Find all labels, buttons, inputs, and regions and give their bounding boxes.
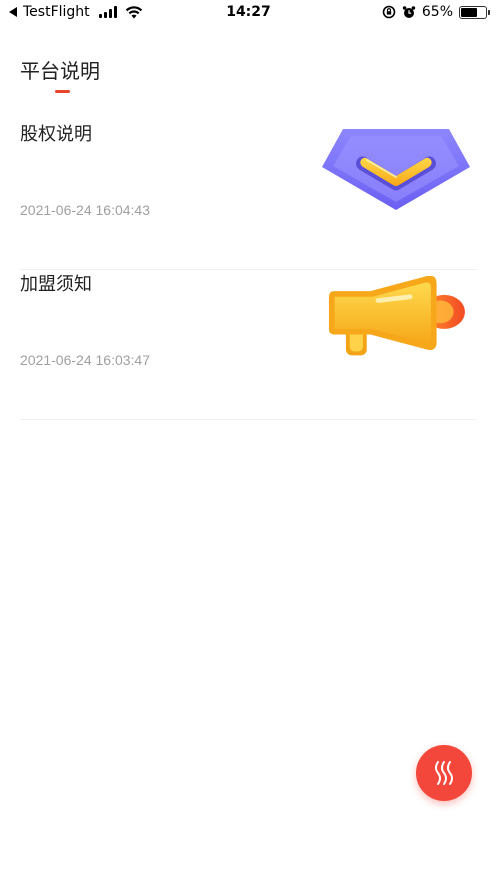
status-bar: TestFlight 14:27 65% (0, 0, 497, 26)
wave-icon (435, 761, 453, 785)
rotation-lock-icon (382, 5, 396, 19)
tab-active-indicator (55, 90, 70, 93)
article-date: 2021-06-24 16:03:47 (20, 352, 150, 368)
status-bar-right: 65% (382, 4, 490, 20)
list-item[interactable]: 加盟须知 2021-06-24 16:03:47 (20, 270, 477, 420)
tab-platform-info[interactable]: 平台说明 (20, 55, 100, 84)
article-date: 2021-06-24 16:04:43 (20, 202, 150, 218)
alarm-icon (402, 6, 416, 18)
list-item[interactable]: 股权说明 2021-06-24 16:04:43 (20, 120, 477, 270)
megaphone-icon (328, 276, 465, 356)
battery-icon (459, 5, 490, 19)
floating-action-button[interactable] (416, 745, 472, 801)
diamond-chevron-icon (322, 129, 470, 210)
battery-level (461, 7, 477, 17)
battery-percent: 65% (421, 4, 453, 20)
article-title[interactable]: 股权说明 (20, 120, 92, 146)
article-title[interactable]: 加盟须知 (20, 270, 92, 296)
